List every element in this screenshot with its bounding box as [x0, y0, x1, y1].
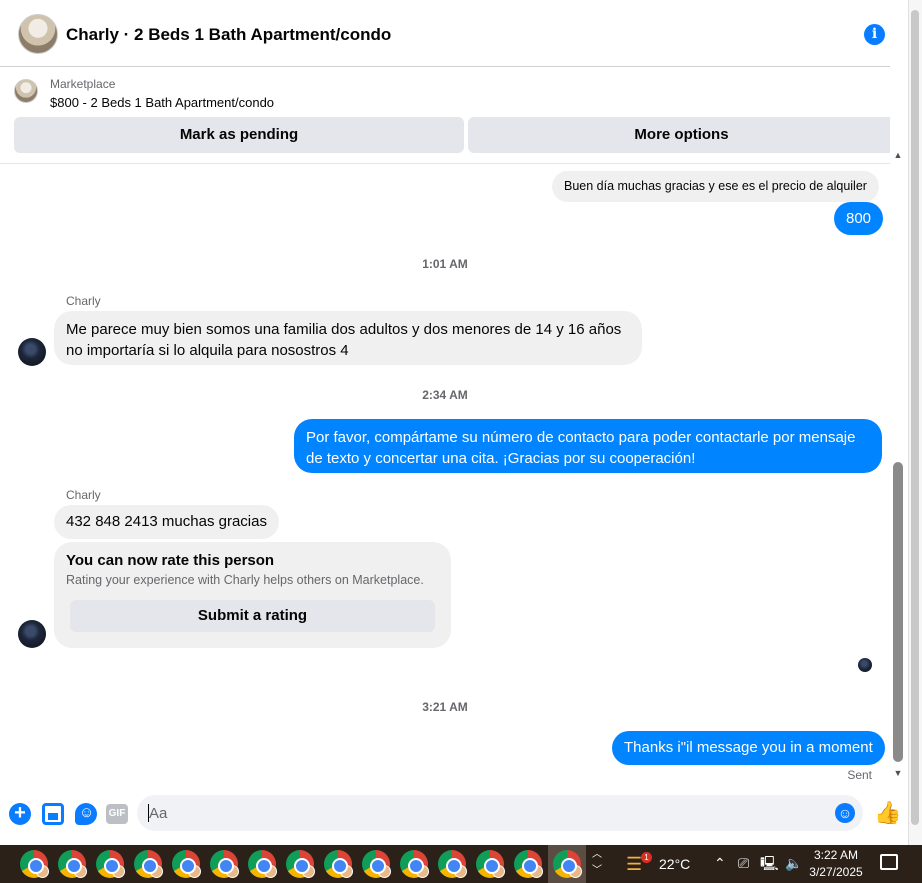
scroll-up-arrow[interactable]: ▲: [893, 150, 903, 160]
plus-icon[interactable]: +: [9, 803, 31, 825]
show-hidden-icons-chevron-icon[interactable]: ⌃: [714, 854, 726, 872]
message-input[interactable]: [149, 803, 829, 823]
camera-icon[interactable]: ⎚: [738, 854, 749, 872]
info-icon[interactable]: i: [864, 24, 885, 45]
message-line: no importaría si lo alquila para nosostr…: [66, 342, 349, 359]
profile-badge-icon: [302, 865, 315, 878]
chrome-profile-icon[interactable]: [324, 850, 353, 878]
volume-icon[interactable]: 🔈: [785, 854, 802, 872]
listing-source: Marketplace: [50, 77, 116, 91]
listing-price-title[interactable]: $800 - 2 Beds 1 Bath Apartment/condo: [50, 95, 274, 110]
chrome-profile-icon[interactable]: [438, 850, 467, 878]
sender-name: Charly: [66, 294, 101, 308]
chrome-profile-icon[interactable]: [362, 850, 391, 878]
clock-date: 3/27/2025: [809, 865, 863, 879]
chrome-profile-icon[interactable]: [20, 850, 49, 878]
message-line: Me parece muy bien somos una familia dos…: [66, 321, 622, 338]
message-scrollbar-thumb[interactable]: [893, 462, 903, 762]
message-input-box[interactable]: ☺: [137, 795, 863, 831]
emoji-icon[interactable]: ☺: [835, 803, 855, 823]
message-line: de texto y concertar una cita. ¡Gracias …: [306, 450, 696, 467]
network-icon[interactable]: 🖳: [760, 854, 779, 872]
chrome-profile-icon[interactable]: [210, 850, 239, 878]
sender-avatar[interactable]: [18, 620, 46, 648]
chrome-profile-icon[interactable]: [400, 850, 429, 878]
sender-name: Charly: [66, 488, 101, 502]
chrome-profile-icon[interactable]: [286, 850, 315, 878]
chrome-profile-icon[interactable]: [134, 850, 163, 878]
timestamp: 3:21 AM: [422, 700, 468, 714]
profile-badge-icon: [74, 865, 87, 878]
more-options-button[interactable]: More options: [468, 117, 895, 153]
temperature[interactable]: 22°C: [659, 856, 690, 872]
profile-badge-icon: [188, 865, 201, 878]
thumbs-up-icon[interactable]: 👍: [874, 802, 901, 824]
chat-header: Charly · 2 Beds 1 Bath Apartment/condo i: [0, 0, 908, 67]
chrome-profile-icon[interactable]: [58, 850, 87, 878]
message-outgoing[interactable]: 800: [834, 202, 884, 235]
message-incoming[interactable]: 432 848 2413 muchas gracias: [54, 505, 279, 539]
profile-badge-icon: [378, 865, 391, 878]
photo-icon[interactable]: [42, 803, 64, 825]
submit-rating-button[interactable]: Submit a rating: [70, 600, 435, 632]
profile-badge-icon: [454, 865, 467, 878]
rate-subtitle: Rating your experience with Charly helps…: [66, 573, 424, 587]
profile-badge-icon: [150, 865, 163, 878]
message-composer: + GIF ☺ 👍: [0, 790, 908, 840]
seen-indicator-avatar: [858, 658, 872, 672]
chrome-profile-icon[interactable]: [96, 850, 125, 878]
chrome-profile-icon[interactable]: [248, 850, 277, 878]
weather-alert-badge: 1: [641, 852, 652, 863]
listing-thumbnail[interactable]: [14, 79, 38, 103]
windows-taskbar: ︿ ﹀ ☰ 1 22°C ⌃ ⎚ 🖳 🔈 3:22 AM 3/27/2025: [0, 845, 922, 883]
gif-icon[interactable]: GIF: [106, 804, 128, 824]
message-incoming[interactable]: Me parece muy bien somos una familia dos…: [54, 311, 642, 365]
chrome-profile-icon[interactable]: [514, 850, 543, 878]
message-line: Por favor, compártame su número de conta…: [306, 429, 856, 446]
message-outgoing[interactable]: Por favor, compártame su número de conta…: [294, 419, 882, 473]
timestamp: 2:34 AM: [422, 388, 468, 402]
profile-badge-icon: [530, 865, 543, 878]
chrome-profile-icon[interactable]: [476, 850, 505, 878]
profile-badge-icon: [36, 865, 49, 878]
profile-badge-icon: [416, 865, 429, 878]
chrome-profile-icon[interactable]: [172, 850, 201, 878]
chat-title[interactable]: Charly · 2 Beds 1 Bath Apartment/condo: [66, 25, 391, 45]
profile-badge-icon: [340, 865, 353, 878]
chrome-profile-icon[interactable]: [553, 850, 582, 878]
message-outgoing-prev[interactable]: Buen día muchas gracias y ese es el prec…: [552, 171, 879, 202]
profile-badge-icon: [112, 865, 125, 878]
clock-time: 3:22 AM: [813, 848, 859, 862]
notifications-icon[interactable]: [880, 854, 898, 870]
sticker-icon[interactable]: [75, 803, 97, 825]
page-scrollbar-thumb[interactable]: [911, 10, 919, 825]
listing-avatar[interactable]: [18, 14, 58, 54]
taskbar-scroll-chevrons[interactable]: ︿ ﹀: [590, 847, 604, 879]
profile-badge-icon: [264, 865, 277, 878]
profile-badge-icon: [226, 865, 239, 878]
profile-badge-icon: [569, 865, 582, 878]
message-outgoing[interactable]: Thanks i"il message you in a moment: [612, 731, 885, 765]
delivery-status: Sent: [847, 768, 872, 782]
scroll-down-arrow[interactable]: ▼: [893, 768, 903, 778]
system-clock[interactable]: 3:22 AM 3/27/2025: [806, 847, 866, 881]
profile-badge-icon: [492, 865, 505, 878]
listing-panel: Marketplace $800 - 2 Beds 1 Bath Apartme…: [0, 68, 908, 164]
rate-title: You can now rate this person: [66, 552, 275, 569]
timestamp: 1:01 AM: [422, 257, 468, 271]
sender-avatar[interactable]: [18, 338, 46, 366]
rate-person-card: You can now rate this person Rating your…: [54, 542, 451, 648]
message-thread: Buen día muchas gracias y ese es el prec…: [0, 165, 890, 785]
mark-as-pending-button[interactable]: Mark as pending: [14, 117, 464, 153]
